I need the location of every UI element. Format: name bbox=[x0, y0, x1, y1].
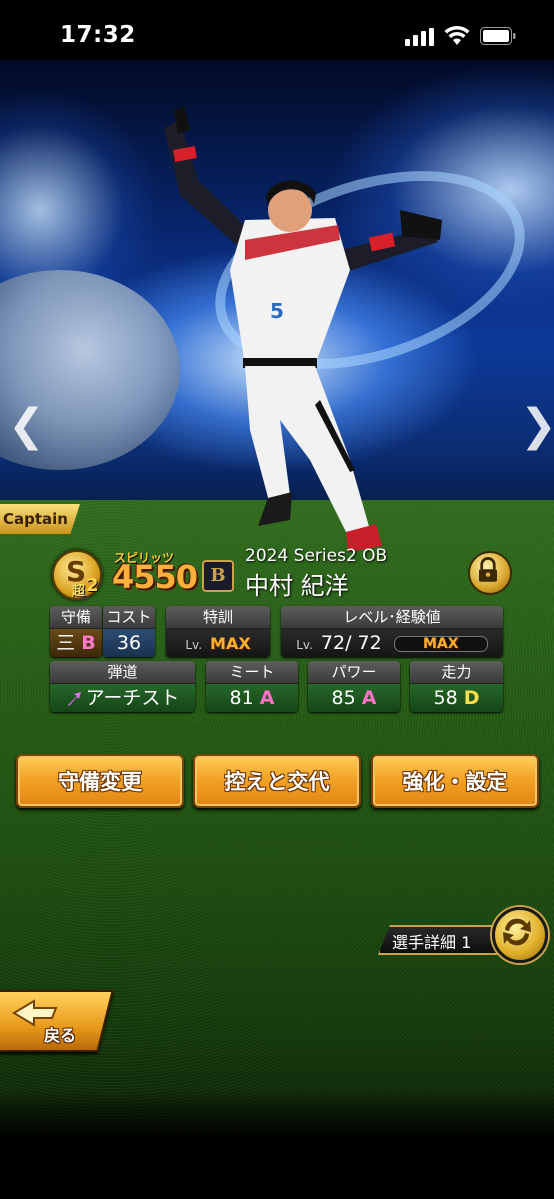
defense-label: 守備 bbox=[50, 606, 102, 629]
speed-label: 走力 bbox=[410, 661, 503, 684]
cost-panel: コスト 36 bbox=[103, 606, 155, 657]
special-training-lv-prefix: Lv. bbox=[185, 638, 203, 652]
trajectory-arrow-icon bbox=[67, 691, 81, 706]
change-defense-button[interactable]: 守備変更 bbox=[16, 754, 184, 808]
previous-card-arrow[interactable]: ❮ bbox=[8, 400, 45, 451]
swap-arrows-icon bbox=[503, 918, 531, 946]
cellular-signal-icon bbox=[405, 28, 434, 46]
exp-max: MAX bbox=[422, 635, 459, 652]
player-detail-label: 選手詳細 1 bbox=[392, 933, 472, 952]
rank-kanji: 超 bbox=[72, 584, 86, 599]
player-artwork: 5 bbox=[164, 106, 442, 552]
trajectory-value-row: アーチスト bbox=[50, 684, 195, 712]
defense-panel: 守備 三 B bbox=[50, 606, 102, 657]
defense-value: 三 B bbox=[50, 629, 102, 657]
battery-icon bbox=[480, 27, 516, 45]
power-value: 85 bbox=[331, 687, 356, 709]
speed-value-row: 58 D bbox=[410, 684, 503, 712]
power-grade: A bbox=[361, 687, 377, 709]
status-bar: 17:32 bbox=[0, 0, 554, 72]
status-time: 17:32 bbox=[60, 22, 136, 48]
back-label: 戻る bbox=[44, 1026, 77, 1045]
switch-detail-button[interactable] bbox=[492, 907, 548, 963]
level-exp-label: レベル･経験値 bbox=[281, 606, 503, 629]
special-training-max: MAX bbox=[210, 634, 251, 653]
defense-grade: B bbox=[81, 632, 96, 654]
defense-position: 三 bbox=[56, 632, 76, 654]
special-training-panel: 特訓 Lv. MAX bbox=[166, 606, 270, 657]
speed-panel: 走力 58 D bbox=[410, 661, 503, 712]
player-name: 中村 紀洋 bbox=[245, 572, 349, 600]
level-lv-prefix: Lv. bbox=[296, 638, 313, 652]
level-exp-value: Lv. 72/ 72 MAX bbox=[281, 629, 503, 657]
wifi-icon bbox=[444, 25, 470, 45]
captain-tag: Captain bbox=[0, 504, 80, 534]
next-card-arrow[interactable]: ❯ bbox=[520, 400, 554, 451]
cost-value: 36 bbox=[103, 629, 155, 657]
swap-bench-button[interactable]: 控えと交代 bbox=[193, 754, 361, 808]
special-training-label: 特訓 bbox=[166, 606, 270, 629]
meet-label: ミート bbox=[206, 661, 298, 684]
power-label: パワー bbox=[308, 661, 400, 684]
meet-value: 81 bbox=[229, 687, 254, 709]
speed-grade: D bbox=[463, 687, 480, 709]
spirits-value: 4550 bbox=[112, 558, 198, 596]
team-logo-icon: B bbox=[202, 560, 234, 592]
rank-level: 2 bbox=[86, 575, 99, 596]
padlock-icon bbox=[479, 557, 497, 582]
power-value-row: 85 A bbox=[308, 684, 400, 712]
lock-button[interactable] bbox=[468, 551, 512, 595]
exp-bar: MAX bbox=[393, 635, 488, 652]
card-series: 2024 Series2 OB bbox=[245, 546, 388, 566]
speed-value: 58 bbox=[433, 687, 458, 709]
meet-grade: A bbox=[259, 687, 275, 709]
trajectory-value: アーチスト bbox=[85, 687, 180, 709]
cost-label: コスト bbox=[103, 606, 155, 629]
meet-panel: ミート 81 A bbox=[206, 661, 298, 712]
level-exp-panel: レベル･経験値 Lv. 72/ 72 MAX bbox=[281, 606, 503, 657]
trajectory-label: 弾道 bbox=[50, 661, 195, 684]
bottom-shadow bbox=[0, 1090, 554, 1199]
special-training-value: Lv. MAX bbox=[166, 629, 270, 657]
power-panel: パワー 85 A bbox=[308, 661, 400, 712]
meet-value-row: 81 A bbox=[206, 684, 298, 712]
trajectory-panel: 弾道 アーチスト bbox=[50, 661, 195, 712]
enhance-settings-button[interactable]: 強化・設定 bbox=[371, 754, 539, 808]
level-value: 72/ 72 bbox=[320, 632, 382, 654]
svg-text:5: 5 bbox=[270, 299, 284, 323]
